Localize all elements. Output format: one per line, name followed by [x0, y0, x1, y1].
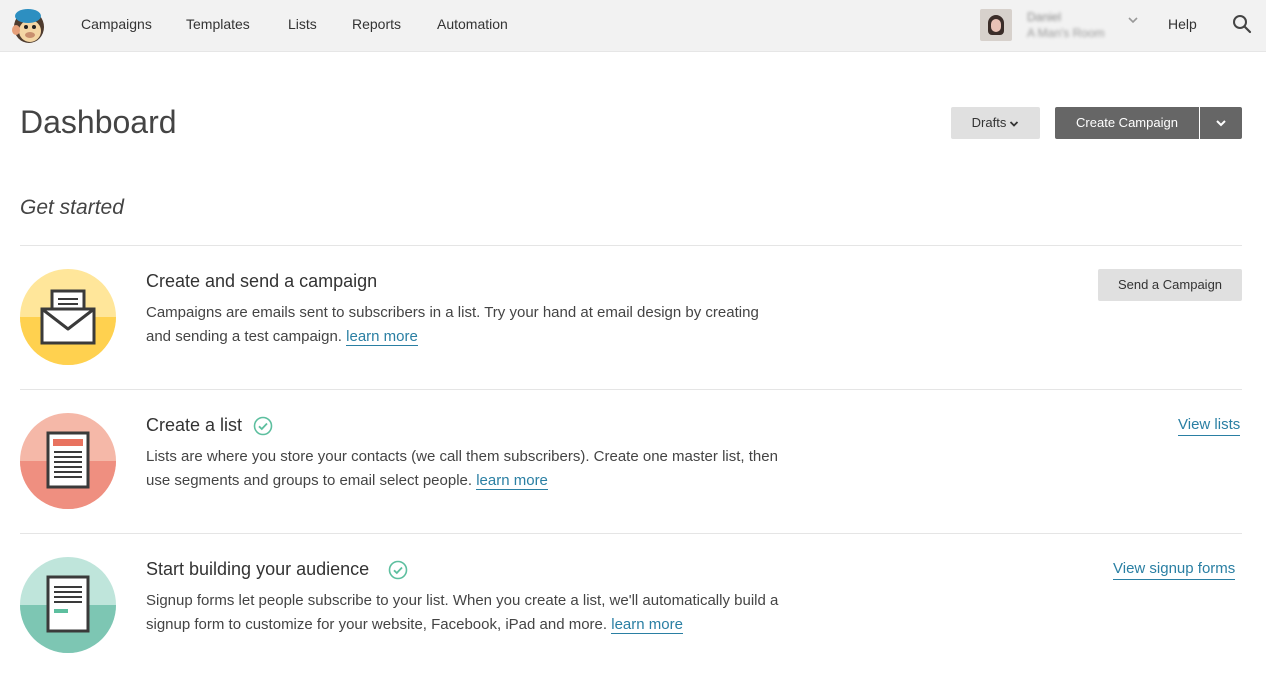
profile-name: Daniel: [1027, 10, 1062, 24]
account-menu[interactable]: Daniel A Man's Room: [980, 8, 1140, 44]
section-title: Get started: [20, 196, 124, 219]
learn-more-link[interactable]: learn more: [611, 616, 683, 634]
card-build-audience: Start building your audience Signup form…: [0, 533, 1266, 677]
mailchimp-logo-icon[interactable]: [8, 4, 48, 46]
check-circle-icon: [388, 560, 408, 580]
check-circle-icon: [253, 416, 273, 436]
help-link[interactable]: Help: [1168, 0, 1197, 52]
signup-form-icon: [20, 557, 116, 653]
learn-more-link[interactable]: learn more: [346, 328, 418, 346]
page-title: Dashboard: [20, 104, 177, 140]
send-campaign-button[interactable]: Send a Campaign: [1098, 269, 1242, 301]
view-signup-forms-link[interactable]: View signup forms: [1113, 559, 1236, 580]
card-title: Start building your audience: [146, 559, 370, 579]
nav-templates[interactable]: Templates: [186, 0, 250, 52]
card-description: Signup forms let people subscribe to you…: [146, 592, 779, 634]
card-title: Create a list: [146, 415, 243, 435]
drafts-dropdown-button[interactable]: Drafts: [951, 107, 1040, 139]
chevron-down-icon: [1010, 120, 1019, 127]
list-document-icon: [20, 413, 116, 509]
envelope-icon: [20, 269, 116, 365]
drafts-label: Drafts: [971, 115, 1007, 130]
view-lists-link[interactable]: View lists: [1178, 415, 1241, 436]
search-icon[interactable]: [1232, 14, 1252, 34]
card-description: Campaigns are emails sent to subscribers…: [146, 304, 759, 346]
profile-org: A Man's Room: [1027, 26, 1105, 40]
card-title: Create and send a campaign: [146, 271, 378, 291]
card-create-list: Create a list Lists are where you store …: [0, 389, 1266, 533]
chevron-down-icon: [1128, 17, 1138, 24]
create-campaign-button[interactable]: Create Campaign: [1055, 107, 1199, 139]
create-campaign-options-button[interactable]: [1200, 107, 1242, 139]
card-send-campaign: Create and send a campaign Campaigns are…: [0, 245, 1266, 389]
top-navigation: Campaigns Templates Lists Reports Automa…: [0, 0, 1266, 52]
nav-automation[interactable]: Automation: [437, 0, 508, 52]
learn-more-link[interactable]: learn more: [476, 472, 548, 490]
avatar: [980, 9, 1012, 41]
chevron-down-icon: [1216, 120, 1226, 127]
nav-reports[interactable]: Reports: [352, 0, 401, 52]
card-description: Lists are where you store your contacts …: [146, 448, 778, 490]
nav-lists[interactable]: Lists: [288, 0, 317, 52]
nav-campaigns[interactable]: Campaigns: [81, 0, 152, 52]
